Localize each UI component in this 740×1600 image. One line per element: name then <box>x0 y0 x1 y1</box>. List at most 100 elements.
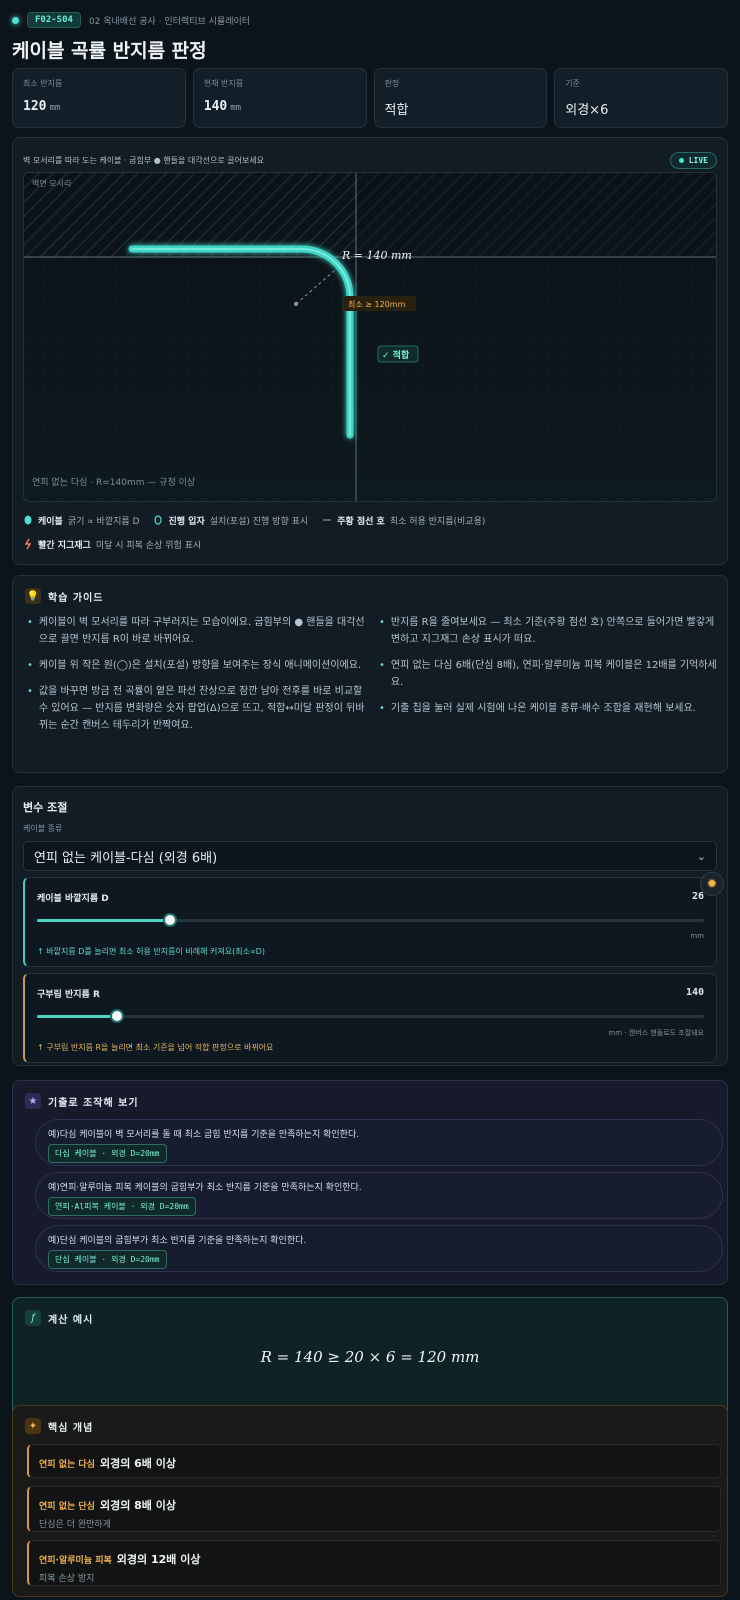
legend-item: 주황 점선 호 최소 허용 반지름(비교용) <box>322 514 485 527</box>
exam-chip[interactable]: 단심 케이블 · 외경 D=20mm <box>48 1250 167 1269</box>
slider-unit: mm <box>690 932 704 940</box>
theme-toggle-sun-icon[interactable]: ✹ <box>700 872 724 896</box>
function-icon: f <box>25 1310 41 1326</box>
chevron-down-icon: ⌄ <box>696 849 706 863</box>
legend-item: 빨간 지그재그 미달 시 피복 손상 위험 표시 <box>23 538 201 551</box>
slider-label: 구부림 반지름 R <box>37 990 100 1000</box>
simulator-panel: 벽 모서리를 따라 도는 케이블 · 굽힘부 ● 핸들을 대각선으로 끌어보세요… <box>12 137 728 565</box>
concept-key: 연피 없는 다심 <box>39 1460 95 1470</box>
legend-desc: 굵기 ∝ 바깥지름 D <box>67 516 140 527</box>
slider-value: 26 <box>691 891 704 902</box>
legend-item: 진행 입자 설치(포설) 진행 방향 표시 <box>153 514 308 527</box>
variable-panel-title: 변수 조절 <box>23 801 68 814</box>
concept-value: 외경의 8배 이상 <box>99 1499 176 1512</box>
concept-sub: 피복 손상 방지 <box>39 1574 95 1584</box>
slider-thumb[interactable] <box>165 915 176 925</box>
slider-thumb[interactable] <box>112 1011 123 1021</box>
slider-value: 140 <box>685 987 704 998</box>
status-dot <box>12 16 19 24</box>
diameter-slider-card: 케이블 바깥지름 D 26 mm ↑ 바깥지름 D를 늘리면 최소 허용 반지름… <box>23 877 717 967</box>
wall-corner-label: 벽면 모서리 <box>32 178 71 188</box>
lightbulb-icon: 💡 <box>25 588 41 604</box>
legend-desc: 설치(포설) 진행 방향 표시 <box>209 516 309 527</box>
legend-key: 빨간 지그재그 <box>38 540 91 551</box>
stat-verdict: 판정 적합 <box>373 68 548 128</box>
slider-unit: mm · 캔버스 핸들로도 조절돼요 <box>608 1029 704 1037</box>
cable-dot-icon <box>24 515 32 525</box>
exam-practice-panel: ★ 기출로 조작해 보기 예)다심 케이블이 벽 모서리를 돌 때 최소 굽힘 … <box>12 1080 728 1285</box>
legend-desc: 최소 허용 반지름(비교용) <box>389 516 486 527</box>
stat-value: 외경×6 <box>565 103 609 118</box>
concept-title: 핵심 개념 <box>48 1422 94 1434</box>
zigzag-icon <box>24 538 32 550</box>
guide-title: 학습 가이드 <box>48 592 104 604</box>
guide-item: • 반지름 R을 줄여보세요 — 최소 기준(주황 점선 호) 안쪽으로 들어가면… <box>379 617 715 645</box>
stat-label: 판정 <box>384 79 400 88</box>
canvas-legend: 케이블 굵기 ∝ 바깥지름 D 진행 입자 설치(포설) 진행 방향 표시 주황 점… <box>23 508 717 556</box>
stat-criterion: 기준 외경×6 <box>554 68 728 128</box>
floor-grid <box>24 257 716 501</box>
exam-question: 예)연피·알루미늄 피복 케이블의 굽힘부가 최소 반지름 기준을 만족하는지 … <box>48 1183 362 1193</box>
wall-corner-shade <box>356 173 716 257</box>
cable-type-value: 연피 없는 케이블-다심 (외경 6배) <box>34 850 218 866</box>
learning-guide-panel: 💡 학습 가이드 • 케이블이 벽 모서리를 따라 구부러지는 모습이에요. 굽힘… <box>12 575 728 773</box>
live-badge: LIVE <box>669 151 717 169</box>
ok-badge: ✓ 적합 <box>382 349 410 361</box>
stat-value: 120 mm <box>23 99 175 114</box>
slider-hint: ↑ 바깥지름 D를 늘리면 최소 허용 반지름이 비례해 커져요(최소∝D) <box>37 947 265 956</box>
concept-sub: 단심은 더 완만하게 <box>39 1520 111 1530</box>
concept-line: 연피 없는 다심 외경의 6배 이상 <box>39 1455 176 1471</box>
concept-item: 연피·알루미늄 피복 외경의 12배 이상 피복 손상 방지 <box>27 1540 721 1586</box>
exam-chip[interactable]: 다심 케이블 · 외경 D=20mm <box>48 1144 167 1163</box>
slider-hint: ↑ 구부림 반지름 R을 늘리면 최소 기준을 넘어 적합 판정으로 바뀌어요 <box>37 1043 274 1052</box>
page-header: F02-S04 02 옥내배선 공사 · 인터랙티브 시뮬레이터 케이블 곡률 … <box>12 10 728 62</box>
concept-item: 연피 없는 단심 외경의 8배 이상 단심은 더 완만하게 <box>27 1486 721 1532</box>
radius-label: R = 140 mm <box>341 249 412 262</box>
guide-item: • 값을 바꾸면 방금 전 곡률이 옅은 파선 잔상으로 잠깐 남아 전후를 바로… <box>27 686 365 731</box>
lesson-code-badge: F02-S04 <box>27 12 81 28</box>
canvas-footer-note: 연피 없는 다심 · R=140mm — 규정 이상 <box>32 477 195 488</box>
calc-formula: R = 140 ≥ 20 × 6 = 120 mm <box>260 1348 480 1366</box>
diameter-slider[interactable] <box>37 915 704 925</box>
stat-number: 140 <box>203 99 228 114</box>
stat-number: 120 <box>23 99 47 114</box>
exam-question: 예)단심 케이블의 굽힘부가 최소 반지름 기준을 만족하는지 확인한다. <box>48 1236 307 1246</box>
exam-question: 예)다심 케이블이 벽 모서리를 돌 때 최소 굽힘 반지름 기준을 만족하는지… <box>48 1130 360 1140</box>
live-dot-icon <box>678 157 684 163</box>
exam-chip[interactable]: 연피·Al피복 케이블 · 외경 D=20mm <box>48 1197 196 1216</box>
exam-item[interactable]: 예)단심 케이블의 굽힘부가 최소 반지름 기준을 만족하는지 확인한다. 단심… <box>35 1225 723 1272</box>
star-icon: ★ <box>25 1093 41 1109</box>
concept-value: 외경의 12배 이상 <box>116 1553 201 1566</box>
bend-canvas[interactable]: 벽면 모서리 R = 140 mm 최소 ≥ 120mm ✓ 적합 연피 없는 … <box>23 172 717 502</box>
legend-key: 주황 점선 호 <box>337 516 385 527</box>
dash-icon <box>323 519 332 521</box>
legend-key: 케이블 <box>38 516 63 527</box>
core-concept-panel: ✦ 핵심 개념 연피 없는 다심 외경의 6배 이상 연피 없는 단심 외경의 8배… <box>12 1405 728 1597</box>
radius-slider-card: 구부림 반지름 R 140 mm · 캔버스 핸들로도 조절돼요 ↑ 구부림 반… <box>23 973 717 1063</box>
stat-label: 현재 반지름 <box>203 79 244 88</box>
stat-label: 기준 <box>565 79 580 88</box>
radius-slider[interactable] <box>37 1011 704 1021</box>
stat-unit: mm <box>230 103 242 113</box>
slider-fill <box>37 919 171 922</box>
concept-item: 연피 없는 다심 외경의 6배 이상 <box>27 1444 721 1478</box>
concept-key: 연피 없는 단심 <box>39 1502 95 1512</box>
stat-value: 140 mm <box>204 99 356 114</box>
slider-label: 케이블 바깥지름 D <box>37 894 109 904</box>
legend-item: 케이블 굵기 ∝ 바깥지름 D <box>23 514 139 527</box>
sparkle-icon: ✦ <box>25 1418 41 1434</box>
guide-item: • 연피 없는 다심 6배(단심 8배), 연피·알루미늄 피복 케이블은 12배… <box>379 660 717 688</box>
concept-line: 연피·알루미늄 피복 외경의 12배 이상 <box>39 1551 200 1567</box>
stat-label: 최소 반지름 <box>23 79 63 88</box>
live-label: LIVE <box>688 155 708 165</box>
stat-unit: mm <box>49 103 61 113</box>
exam-item[interactable]: 예)다심 케이블이 벽 모서리를 돌 때 최소 굽힘 반지름 기준을 만족하는지… <box>35 1119 723 1166</box>
page-title: 케이블 곡률 반지름 판정 <box>12 40 207 62</box>
exam-item[interactable]: 예)연피·알루미늄 피복 케이블의 굽힘부가 최소 반지름 기준을 만족하는지 … <box>35 1172 723 1219</box>
concept-value: 외경의 6배 이상 <box>99 1457 176 1470</box>
min-label: 최소 ≥ 120mm <box>348 299 406 309</box>
concept-key: 연피·알루미늄 피복 <box>39 1556 112 1566</box>
variable-panel: 변수 조절 케이블 종류 연피 없는 케이블-다심 (외경 6배) ⌄ 케이블 … <box>12 786 728 1066</box>
cable-type-select[interactable]: 연피 없는 케이블-다심 (외경 6배) ⌄ <box>23 841 717 871</box>
ring-icon <box>154 515 163 525</box>
